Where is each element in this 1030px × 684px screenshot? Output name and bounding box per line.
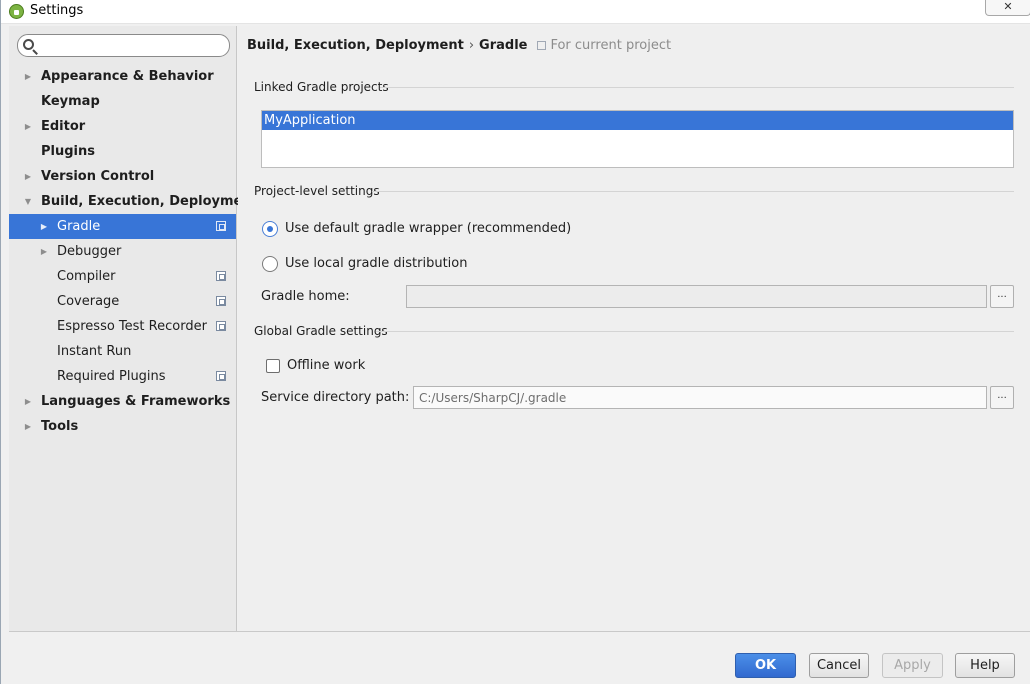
help-button[interactable]: Help bbox=[955, 653, 1015, 678]
radio-label: Use default gradle wrapper (recommended) bbox=[285, 221, 572, 236]
tree-item-tools[interactable]: ▶ Tools bbox=[9, 414, 236, 439]
global-settings-title: Global Gradle settings bbox=[254, 324, 388, 338]
tree-item-gradle[interactable]: ▶ Gradle bbox=[9, 214, 236, 239]
android-studio-icon bbox=[9, 4, 24, 19]
settings-window: Settings ✕ ▶ Appearance & Behavior Keyma… bbox=[0, 0, 1030, 684]
tree-item-appearance[interactable]: ▶ Appearance & Behavior bbox=[9, 64, 236, 89]
breadcrumb: Build, Execution, Deployment › Gradle For c… bbox=[247, 38, 671, 53]
project-scope-icon bbox=[216, 271, 226, 281]
tree-item-editor[interactable]: ▶ Editor bbox=[9, 114, 236, 139]
scope-label: For current project bbox=[550, 38, 672, 53]
radio-button-selected[interactable] bbox=[262, 221, 278, 237]
apply-button[interactable]: Apply bbox=[882, 653, 943, 678]
title-bar: Settings ✕ bbox=[1, 0, 1030, 24]
expand-arrow-icon[interactable]: ▶ bbox=[39, 214, 49, 239]
service-directory-field[interactable] bbox=[413, 386, 987, 409]
tree-item-plugins[interactable]: Plugins bbox=[9, 139, 236, 164]
close-button[interactable]: ✕ bbox=[985, 0, 1030, 16]
tree-item-debugger[interactable]: ▶ Debugger bbox=[9, 239, 236, 264]
breadcrumb-separator: › bbox=[468, 38, 475, 53]
tree-item-label: Appearance & Behavior bbox=[41, 69, 214, 84]
settings-tree: ▶ Appearance & Behavior Keymap ▶ Editor … bbox=[9, 64, 258, 439]
project-scope-icon bbox=[537, 41, 547, 50]
tree-item-languages-frameworks[interactable]: ▶ Languages & Frameworks bbox=[9, 389, 236, 414]
project-level-title: Project-level settings bbox=[254, 184, 380, 198]
tree-item-compiler[interactable]: Compiler bbox=[9, 264, 236, 289]
section-divider bbox=[380, 87, 1014, 88]
section-divider bbox=[376, 331, 1014, 332]
offline-work-checkbox[interactable] bbox=[266, 359, 280, 373]
collapse-arrow-icon[interactable]: ▼ bbox=[23, 189, 33, 214]
search-input[interactable] bbox=[38, 37, 223, 54]
tree-item-label: Instant Run bbox=[57, 344, 132, 359]
linked-projects-title: Linked Gradle projects bbox=[254, 80, 389, 94]
cancel-button[interactable]: Cancel bbox=[809, 653, 869, 678]
window-title: Settings bbox=[30, 3, 84, 18]
project-scope-icon bbox=[216, 321, 226, 331]
tree-item-coverage[interactable]: Coverage bbox=[9, 289, 236, 314]
gradle-home-label: Gradle home: bbox=[261, 289, 350, 304]
expand-arrow-icon[interactable]: ▶ bbox=[39, 239, 49, 264]
search-box[interactable] bbox=[17, 34, 230, 57]
project-scope-icon bbox=[216, 296, 226, 306]
gradle-settings-pane: Build, Execution, Deployment › Gradle For c… bbox=[238, 26, 1030, 631]
radio-label: Use local gradle distribution bbox=[285, 256, 468, 271]
tree-item-instant-run[interactable]: Instant Run bbox=[9, 339, 236, 364]
tree-item-label: Required Plugins bbox=[57, 369, 166, 384]
tree-item-label: Languages & Frameworks bbox=[41, 394, 231, 409]
settings-tree-pane: ▶ Appearance & Behavior Keymap ▶ Editor … bbox=[9, 26, 258, 631]
tree-item-label: Tools bbox=[41, 419, 79, 434]
expand-arrow-icon[interactable]: ▶ bbox=[23, 164, 33, 189]
gradle-home-browse-button[interactable]: ... bbox=[990, 285, 1014, 308]
tree-item-label: Debugger bbox=[57, 244, 122, 259]
expand-arrow-icon[interactable]: ▶ bbox=[23, 114, 33, 139]
tree-item-label: Gradle bbox=[57, 219, 101, 234]
list-item[interactable]: MyApplication bbox=[262, 111, 1013, 130]
tree-item-espresso-test-recorder[interactable]: Espresso Test Recorder bbox=[9, 314, 236, 339]
tree-item-label: Editor bbox=[41, 119, 86, 134]
tree-item-label: Compiler bbox=[57, 269, 116, 284]
tree-item-label: Plugins bbox=[41, 144, 95, 159]
radio-button[interactable] bbox=[262, 256, 278, 272]
breadcrumb-parent: Build, Execution, Deployment bbox=[247, 38, 464, 53]
ok-button[interactable]: OK bbox=[735, 653, 796, 678]
linked-projects-list[interactable]: MyApplication bbox=[261, 110, 1014, 168]
tree-item-label: Espresso Test Recorder bbox=[57, 319, 207, 334]
tree-item-label: Keymap bbox=[41, 94, 100, 109]
service-directory-label: Service directory path: bbox=[261, 390, 410, 405]
breadcrumb-current: Gradle bbox=[479, 38, 528, 53]
tree-item-keymap[interactable]: Keymap bbox=[9, 89, 236, 114]
service-directory-browse-button[interactable]: ... bbox=[990, 386, 1014, 409]
dialog-button-bar: OK Cancel Apply Help bbox=[9, 631, 1030, 684]
search-icon bbox=[23, 39, 34, 50]
gradle-home-field[interactable] bbox=[406, 285, 987, 308]
tree-item-label: Coverage bbox=[57, 294, 120, 309]
project-scope-icon bbox=[216, 371, 226, 381]
expand-arrow-icon[interactable]: ▶ bbox=[23, 414, 33, 439]
tree-item-label: Version Control bbox=[41, 169, 155, 184]
tree-item-label: Build, Execution, Deployment bbox=[41, 194, 258, 209]
tree-item-required-plugins[interactable]: Required Plugins bbox=[9, 364, 236, 389]
expand-arrow-icon[interactable]: ▶ bbox=[23, 64, 33, 89]
expand-arrow-icon[interactable]: ▶ bbox=[23, 389, 33, 414]
offline-work-label: Offline work bbox=[287, 358, 366, 373]
tree-item-build-execution-deployment[interactable]: ▼ Build, Execution, Deployment bbox=[9, 189, 258, 214]
project-scope-icon bbox=[216, 221, 226, 231]
tree-item-version-control[interactable]: ▶ Version Control bbox=[9, 164, 236, 189]
section-divider bbox=[372, 191, 1014, 192]
